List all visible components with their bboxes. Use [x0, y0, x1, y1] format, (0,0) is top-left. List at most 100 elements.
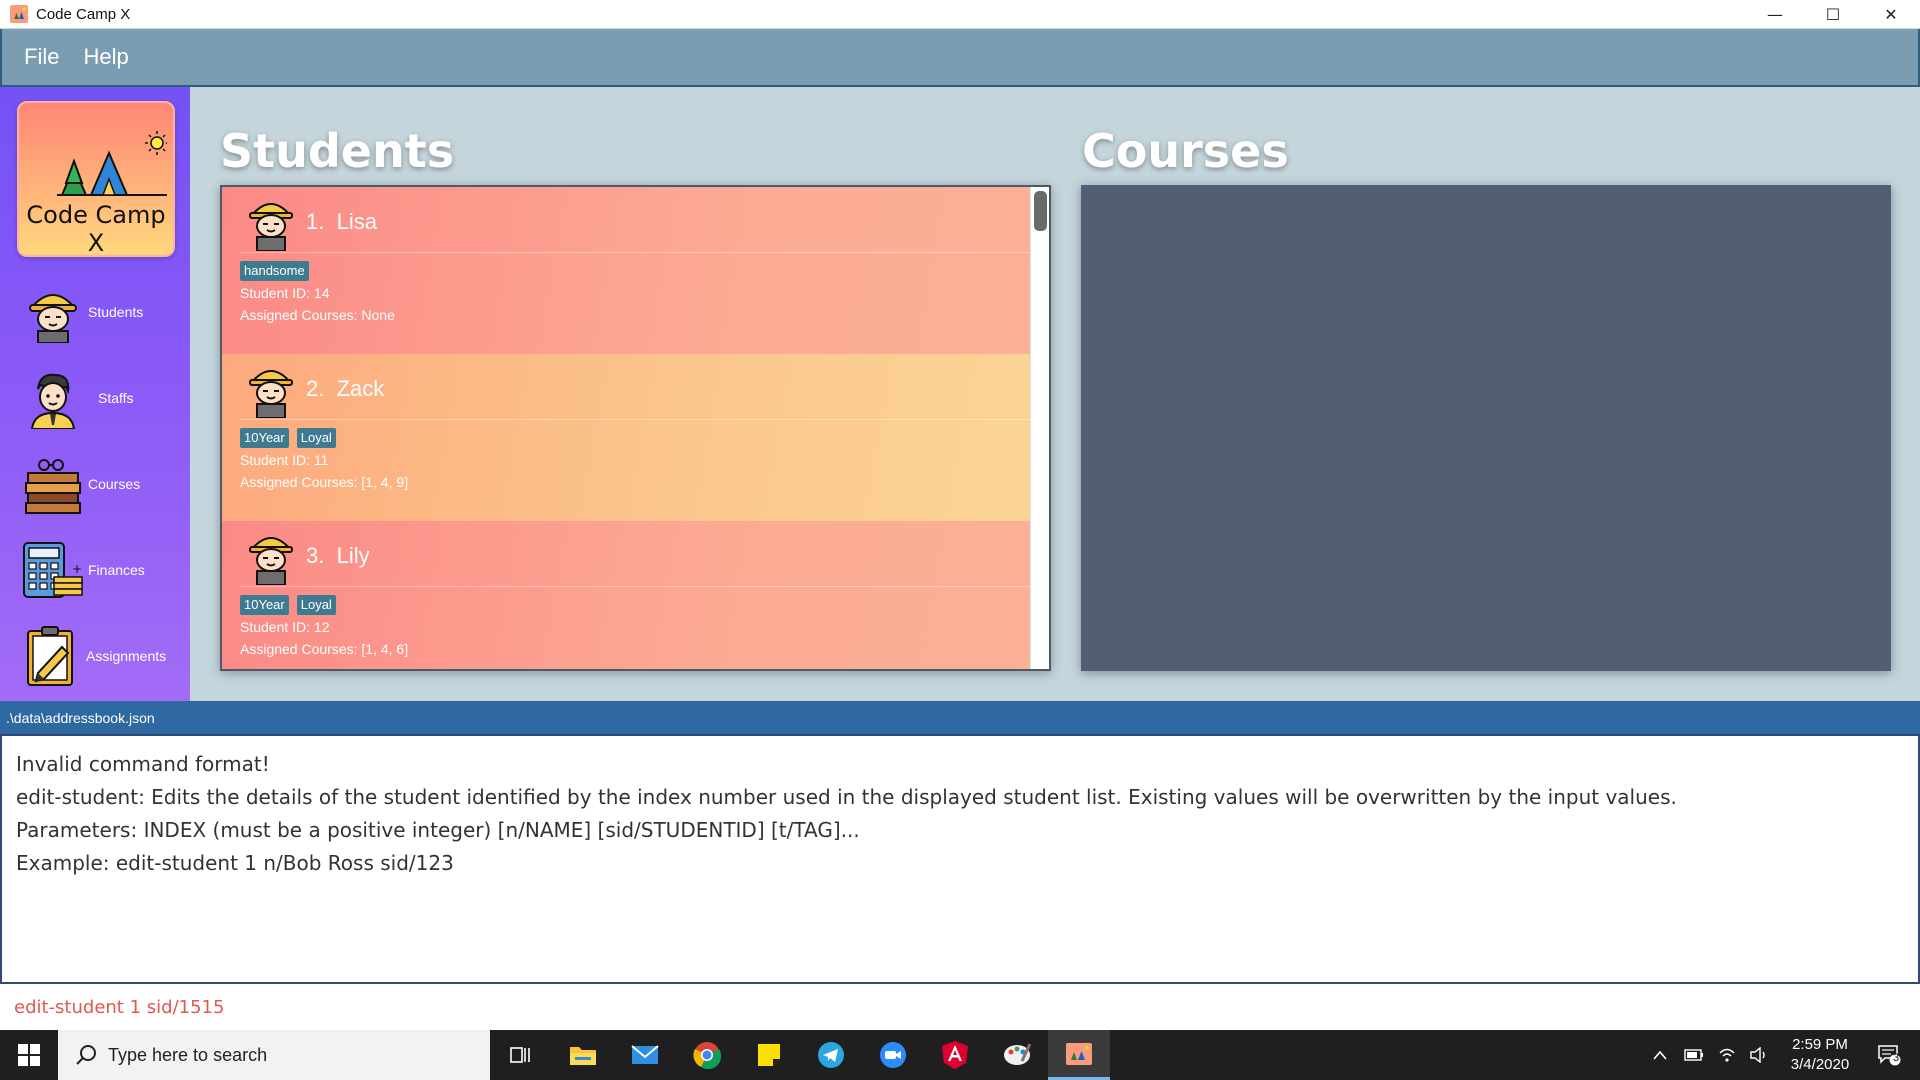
- staff-icon: [30, 373, 76, 429]
- student-avatar-icon: [249, 537, 293, 585]
- windows-logo-icon: [18, 1044, 40, 1066]
- close-button[interactable]: ✕: [1862, 0, 1920, 29]
- taskbar-mail[interactable]: [614, 1030, 676, 1080]
- taskbar-chrome[interactable]: [676, 1030, 738, 1080]
- student-id: Student ID: 11: [240, 452, 329, 468]
- sticky-notes-icon: [758, 1044, 780, 1066]
- volume-icon[interactable]: [1750, 1047, 1768, 1063]
- assigned-courses: Assigned Courses: None: [240, 307, 395, 323]
- task-view-button[interactable]: [490, 1030, 552, 1080]
- code-camp-x-icon: [1066, 1042, 1092, 1065]
- student-name: 2. Zack: [306, 376, 385, 401]
- tag-badge: 10Year: [240, 595, 289, 615]
- result-line: Example: edit-student 1 n/Bob Ross sid/1…: [16, 851, 454, 875]
- courses-panel: [1081, 185, 1891, 671]
- result-line: Invalid command format!: [16, 752, 270, 776]
- data-file-path: .\data\addressbook.json: [6, 709, 155, 726]
- zoom-icon: [880, 1042, 906, 1068]
- sidebar-item-label: Students: [88, 304, 144, 320]
- taskbar-telegram[interactable]: [800, 1030, 862, 1080]
- students-panel: 1. Lisa handsome Student ID: 14 Assigned…: [220, 185, 1051, 671]
- windows-taskbar: Type here to search 2:59 PM 3/4/2020 3: [0, 1030, 1920, 1080]
- taskbar-search[interactable]: Type here to search: [58, 1030, 490, 1080]
- search-icon: [76, 1045, 96, 1065]
- student-card[interactable]: 2. Zack 10Year Loyal Student ID: 11 Assi…: [222, 354, 1032, 521]
- student-list: 1. Lisa handsome Student ID: 14 Assigned…: [222, 187, 1032, 669]
- angular-icon: [942, 1041, 968, 1069]
- tag-badge: 10Year: [240, 428, 289, 448]
- tag-badge: Loyal: [296, 428, 336, 448]
- tag-list: 10Year Loyal: [240, 428, 344, 448]
- window-titlebar: Code Camp X — ☐ ✕: [0, 0, 1920, 29]
- maximize-button[interactable]: ☐: [1804, 0, 1862, 29]
- sidebar-item-assignments[interactable]: Assignments: [0, 616, 190, 696]
- menu-file[interactable]: File: [24, 44, 59, 70]
- camp-logo-icon: [57, 131, 167, 196]
- students-title: Students: [220, 124, 455, 178]
- card-divider: [240, 419, 1032, 420]
- sidebar-item-label: Finances: [88, 562, 145, 578]
- student-card[interactable]: 1. Lisa handsome Student ID: 14 Assigned…: [222, 187, 1032, 354]
- search-placeholder: Type here to search: [108, 1044, 268, 1065]
- svg-text:+: +: [72, 562, 82, 576]
- tag-badge: handsome: [240, 261, 309, 281]
- assignments-icon: [27, 626, 73, 686]
- wifi-icon[interactable]: [1718, 1047, 1736, 1063]
- system-tray: [1652, 1030, 1768, 1080]
- sidebar-item-label: Staffs: [98, 390, 134, 406]
- sidebar-item-finances[interactable]: + Finances: [0, 530, 190, 610]
- tag-badge: Loyal: [296, 595, 336, 615]
- assigned-courses: Assigned Courses: [1, 4, 6]: [240, 641, 409, 657]
- menu-help[interactable]: Help: [83, 44, 128, 70]
- taskbar-file-explorer[interactable]: [552, 1030, 614, 1080]
- command-input[interactable]: edit-student 1 sid/1515: [0, 984, 1920, 1030]
- sidebar-item-courses[interactable]: Courses: [0, 444, 190, 524]
- status-bar: .\data\addressbook.json: [0, 701, 1920, 734]
- result-line: edit-student: Edits the details of the s…: [16, 785, 1677, 809]
- sidebar-item-students[interactable]: Students: [0, 272, 190, 352]
- logo-text: Code Camp X: [26, 201, 166, 257]
- chrome-icon: [693, 1042, 721, 1069]
- student-list-scrollbar[interactable]: [1030, 187, 1049, 669]
- sidebar-item-staffs[interactable]: Staffs: [0, 358, 190, 438]
- taskbar-paint[interactable]: [986, 1030, 1048, 1080]
- minimize-button[interactable]: —: [1746, 0, 1804, 29]
- card-divider: [240, 252, 1032, 253]
- student-id: Student ID: 14: [240, 285, 330, 301]
- card-divider: [240, 586, 1032, 587]
- window-title: Code Camp X: [36, 5, 131, 23]
- telegram-icon: [818, 1042, 844, 1068]
- assigned-courses: Assigned Courses: [1, 4, 9]: [240, 474, 409, 490]
- sidebar-item-label: Courses: [88, 476, 141, 492]
- courses-icon: [25, 459, 81, 514]
- result-line: Parameters: INDEX (must be a positive in…: [16, 818, 860, 842]
- tag-list: handsome: [240, 261, 317, 281]
- notification-count: 3: [1893, 1052, 1900, 1064]
- chevron-up-icon[interactable]: [1652, 1049, 1668, 1061]
- result-display: Invalid command format! edit-student: Ed…: [0, 734, 1920, 984]
- scrollbar-thumb[interactable]: [1034, 191, 1047, 231]
- sidebar-item-label: Assignments: [86, 648, 167, 664]
- student-icon: [29, 294, 77, 343]
- start-button[interactable]: [0, 1030, 58, 1080]
- tag-list: 10Year Loyal: [240, 595, 344, 615]
- mail-icon: [631, 1045, 659, 1064]
- taskbar-code-camp-x[interactable]: [1048, 1030, 1110, 1080]
- paint-icon: [1004, 1043, 1032, 1065]
- student-card[interactable]: 3. Lily 10Year Loyal Student ID: 12 Assi…: [222, 521, 1032, 669]
- taskbar-clock[interactable]: 2:59 PM 3/4/2020: [1770, 1035, 1870, 1075]
- taskbar-angular[interactable]: [924, 1030, 986, 1080]
- taskbar-sticky-notes[interactable]: [738, 1030, 800, 1080]
- logo-card[interactable]: Code Camp X: [17, 101, 175, 257]
- clock-date: 3/4/2020: [1790, 1056, 1850, 1073]
- sidebar: Code Camp X Students Staffs Courses + Fi…: [0, 87, 190, 701]
- student-name: 1. Lisa: [306, 209, 377, 234]
- taskbar-zoom[interactable]: [862, 1030, 924, 1080]
- finances-icon: +: [23, 542, 83, 598]
- battery-icon[interactable]: [1684, 1049, 1704, 1061]
- student-id: Student ID: 12: [240, 619, 330, 635]
- task-view-icon: [510, 1047, 530, 1063]
- courses-title: Courses: [1082, 124, 1289, 178]
- menu-bar: File Help: [0, 29, 1920, 87]
- action-center-button[interactable]: 3: [1858, 1030, 1920, 1080]
